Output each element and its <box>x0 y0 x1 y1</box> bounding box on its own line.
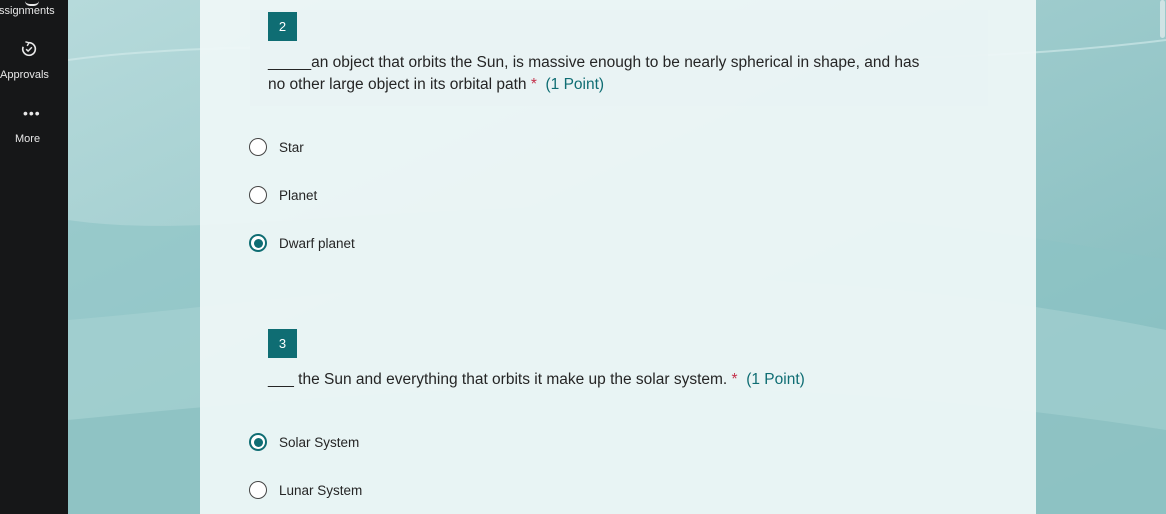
required-marker: * <box>530 76 537 93</box>
approvals-icon[interactable] <box>20 40 38 58</box>
option-planet[interactable]: Planet <box>249 184 317 206</box>
left-app-bar: ssignments Approvals ••• More <box>0 0 68 514</box>
question-2-line1: _____an object that orbits the Sun, is m… <box>268 54 920 71</box>
nav-approvals[interactable]: Approvals <box>0 69 68 81</box>
radio-button[interactable] <box>249 481 267 499</box>
required-marker: * <box>731 371 738 388</box>
option-dwarf-planet[interactable]: Dwarf planet <box>249 232 355 254</box>
nav-assignments[interactable]: ssignments <box>0 4 67 17</box>
nav-assignments-label: ssignments <box>0 5 55 17</box>
option-label: Star <box>279 139 304 155</box>
radio-button[interactable] <box>249 138 267 156</box>
question-number-2: 2 <box>268 12 297 41</box>
radio-button-selected[interactable] <box>249 433 267 451</box>
question-3-line1: ___ the Sun and everything that orbits i… <box>268 371 728 388</box>
more-dots-icon[interactable]: ••• <box>23 106 41 120</box>
option-lunar-system[interactable]: Lunar System <box>249 479 362 501</box>
radio-button-selected[interactable] <box>249 234 267 252</box>
question-2-line2: no other large object in its orbital pat… <box>268 74 988 96</box>
radio-button[interactable] <box>249 186 267 204</box>
question-3-text: ___ the Sun and everything that orbits i… <box>268 369 988 391</box>
question-2-points: (1 Point) <box>545 76 605 93</box>
question-3-points: (1 Point) <box>746 371 805 388</box>
option-star[interactable]: Star <box>249 136 304 158</box>
question-number-3: 3 <box>268 329 297 358</box>
scrollbar-thumb[interactable] <box>1160 0 1165 38</box>
option-label: Planet <box>279 187 318 203</box>
option-solar-system[interactable]: Solar System <box>249 431 359 453</box>
question-2-line2-text: no other large object in its orbital pat… <box>268 76 527 93</box>
question-2-text: _____an object that orbits the Sun, is m… <box>268 52 988 96</box>
option-label: Solar System <box>279 434 360 450</box>
option-label: Dwarf planet <box>279 235 355 251</box>
option-label: Lunar System <box>279 482 363 498</box>
